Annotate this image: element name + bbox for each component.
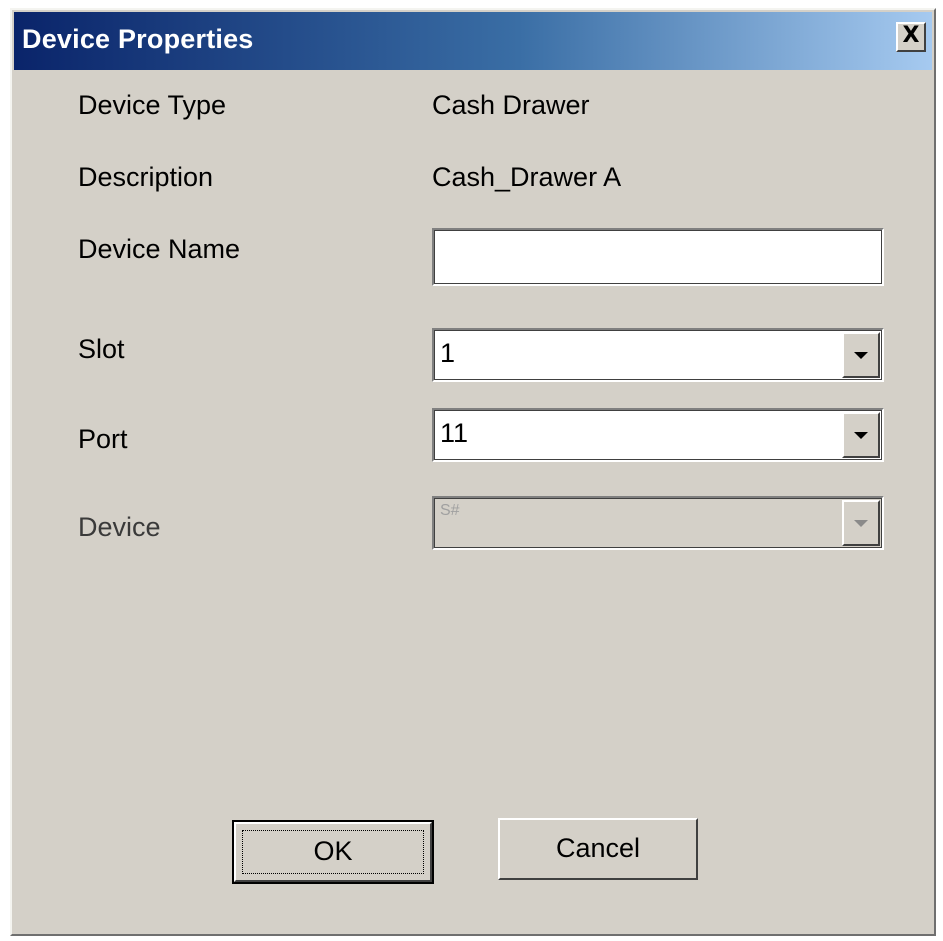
port-value: 11 bbox=[440, 418, 469, 448]
slot-value: 1 bbox=[440, 338, 456, 368]
device-name-label: Device Name bbox=[78, 234, 241, 264]
chevron-down-icon bbox=[854, 352, 868, 359]
ok-button[interactable]: OK bbox=[232, 820, 434, 884]
port-label: Port bbox=[78, 424, 128, 454]
device-value: S# bbox=[440, 502, 460, 519]
description-value: Cash_Drawer A bbox=[432, 162, 622, 192]
close-icon: X bbox=[902, 23, 920, 48]
chevron-down-icon bbox=[854, 520, 868, 527]
ok-button-label: OK bbox=[313, 836, 353, 866]
device-name-input[interactable] bbox=[432, 228, 884, 286]
port-select[interactable]: 11 bbox=[432, 408, 884, 462]
cancel-button-label: Cancel bbox=[555, 833, 641, 863]
slot-label: Slot bbox=[78, 334, 125, 364]
slot-dropdown-button[interactable] bbox=[842, 332, 880, 378]
title-bar[interactable]: Device Properties X bbox=[14, 12, 932, 70]
device-type-label: Device Type bbox=[78, 90, 227, 120]
device-type-value: Cash Drawer bbox=[432, 90, 590, 120]
window-title: Device Properties bbox=[22, 24, 254, 54]
slot-select[interactable]: 1 bbox=[432, 328, 884, 382]
device-label: Device bbox=[78, 512, 161, 542]
device-dropdown-button[interactable] bbox=[842, 500, 880, 546]
description-label: Description bbox=[78, 162, 214, 192]
chevron-down-icon bbox=[854, 432, 868, 439]
close-button[interactable]: X bbox=[896, 22, 926, 52]
device-select[interactable]: S# bbox=[432, 496, 884, 550]
cancel-button[interactable]: Cancel bbox=[498, 818, 698, 880]
device-properties-dialog: Device Properties X Device Type Cash Dra… bbox=[10, 8, 936, 936]
port-dropdown-button[interactable] bbox=[842, 412, 880, 458]
